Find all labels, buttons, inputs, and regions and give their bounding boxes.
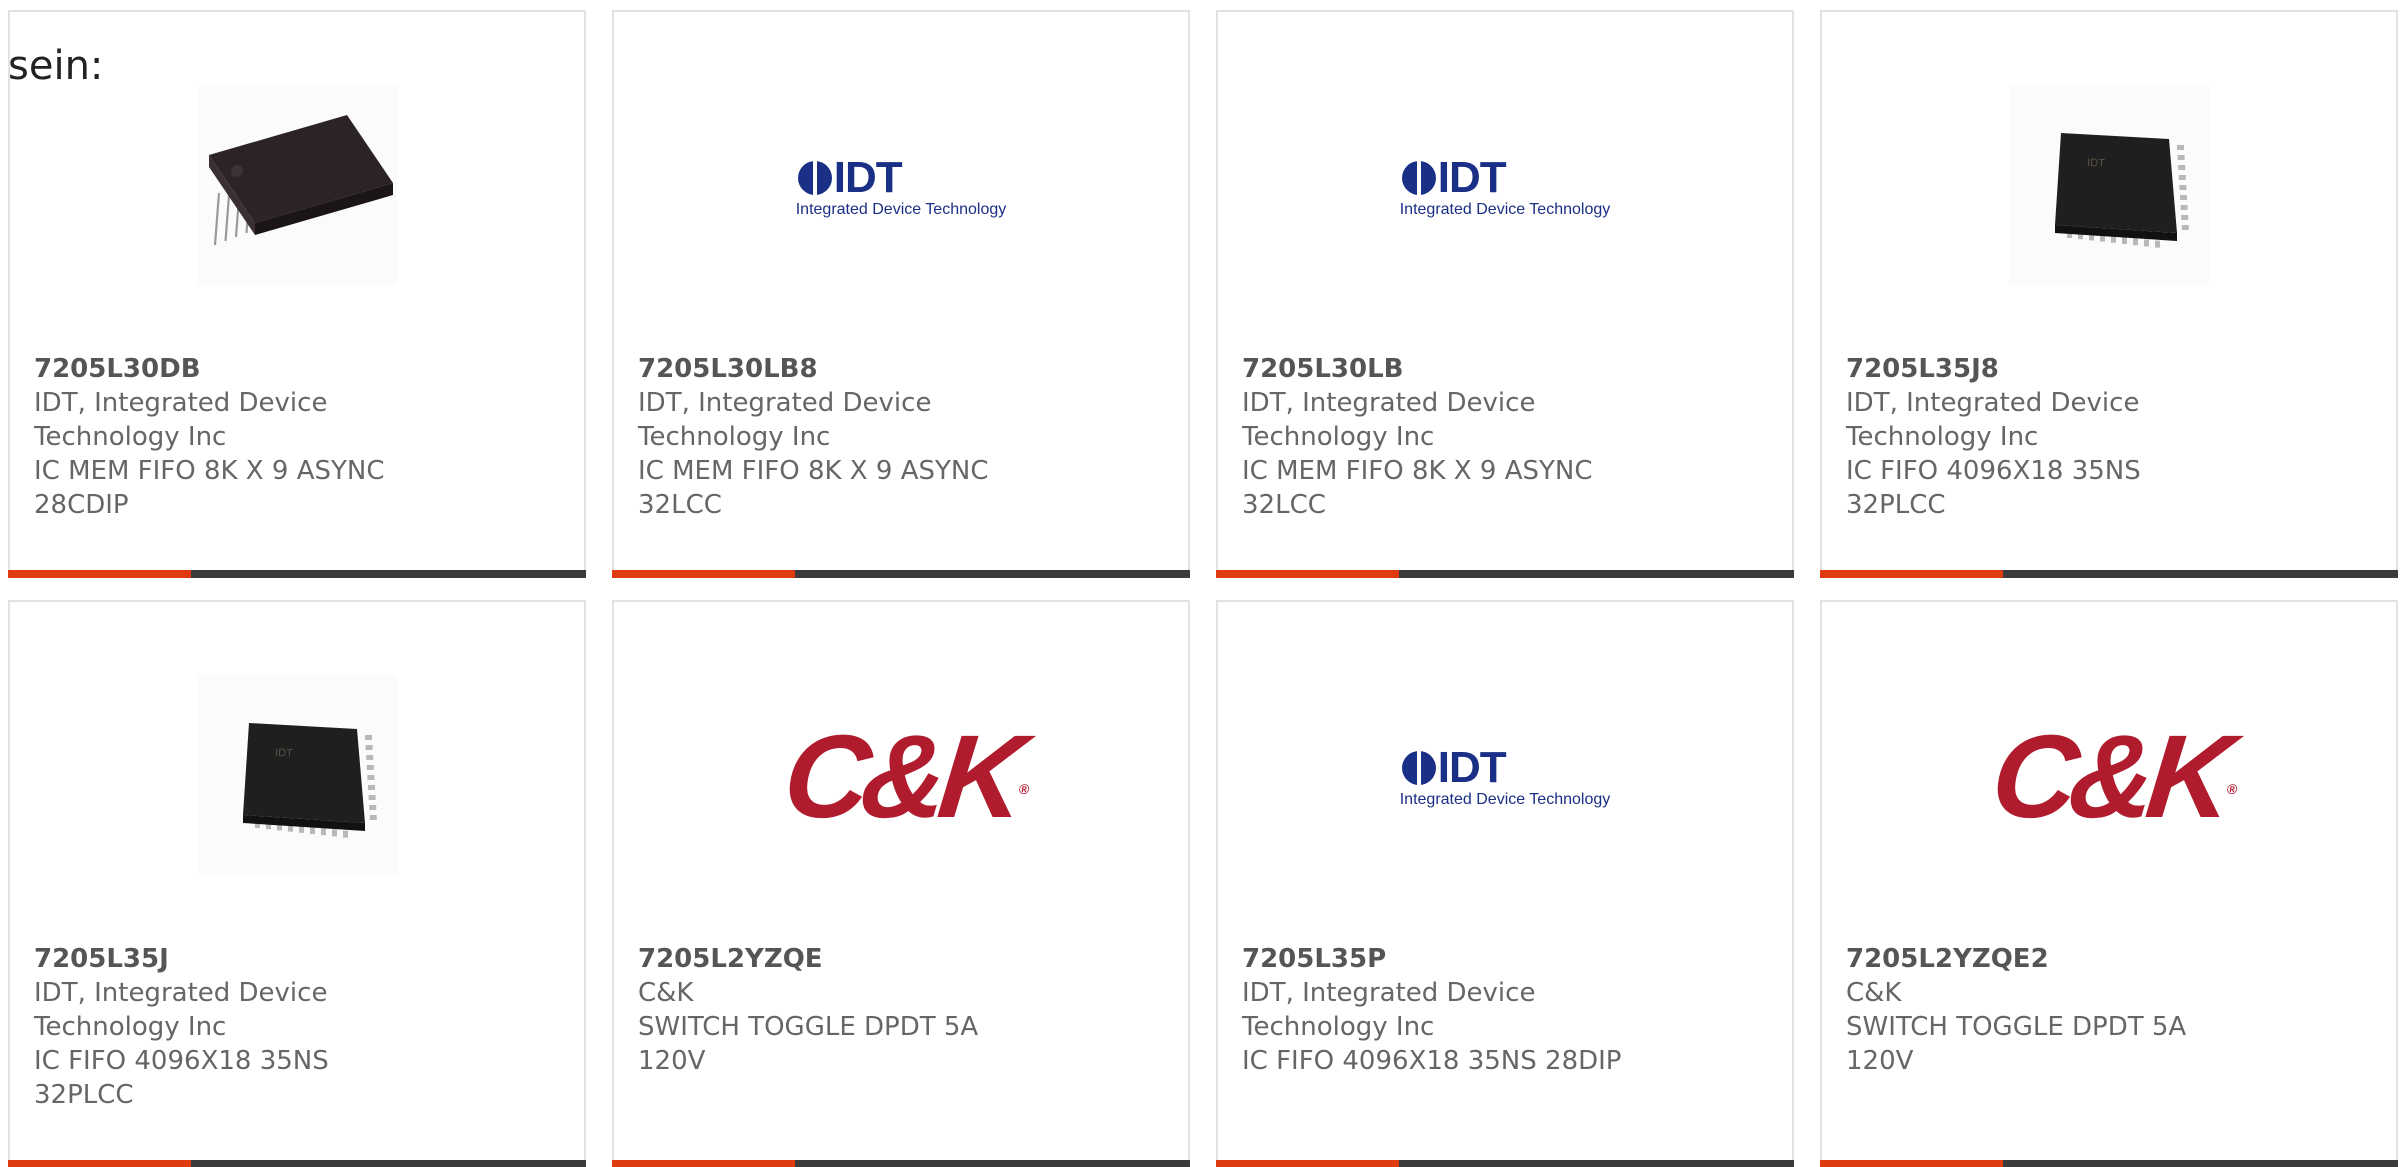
product-card[interactable]: IDT Integrated Device Technology 7205L30L… — [1216, 10, 1794, 578]
product-image[interactable]: IDT Integrated Device Technology — [1218, 78, 1792, 296]
product-image[interactable]: IDT — [10, 668, 584, 886]
ck-logo-word: C&K — [1986, 711, 2232, 843]
product-image[interactable]: IDT — [1822, 78, 2396, 296]
product-description: IC FIFO 4096X18 35NS 28DIP — [1242, 1046, 1622, 1076]
product-manufacturer-cont: Technology Inc — [34, 422, 227, 452]
idt-logo-mark: IDT — [796, 152, 903, 202]
card-accent — [8, 570, 191, 578]
card-bottom-bar — [8, 1160, 586, 1167]
card-bottom-bar — [1820, 1160, 2398, 1167]
intro-text: sein: — [8, 43, 104, 89]
product-card[interactable]: IDT Integrated Device Technology 7205L35P… — [1216, 600, 1794, 1167]
ck-logo: C&K ® — [778, 711, 1030, 843]
product-manufacturer: IDT, Integrated Device — [1242, 978, 1536, 1008]
product-part-number[interactable]: 7205L30LB8 — [638, 352, 1164, 386]
card-accent — [612, 570, 795, 578]
idt-logo: IDT Integrated Device Technology — [795, 152, 1007, 219]
card-accent — [1820, 1160, 2003, 1167]
product-manufacturer: IDT, Integrated Device — [1242, 388, 1536, 418]
idt-logo-word: IDT — [833, 152, 903, 202]
card-bottom-bar — [612, 570, 1190, 578]
ck-logo-word: C&K — [778, 711, 1024, 843]
card-accent — [1216, 1160, 1399, 1167]
product-part-number[interactable]: 7205L30DB — [34, 352, 560, 386]
product-part-number[interactable]: 7205L30LB — [1242, 352, 1768, 386]
card-bottom-bar — [1820, 570, 2398, 578]
product-description: SWITCH TOGGLE DPDT 5A 120V — [638, 1012, 979, 1076]
product-card[interactable]: IDT Integrated Device Technology 7205L30L… — [612, 10, 1190, 578]
idt-logo-tagline: Integrated Device Technology — [1399, 200, 1611, 218]
product-card[interactable]: 7205L30DB IDT, Integrated Device Technol… — [8, 10, 586, 578]
idt-logo-tagline: Integrated Device Technology — [1399, 790, 1611, 808]
card-bottom-bar — [1216, 1160, 1794, 1167]
product-image[interactable] — [10, 78, 584, 296]
svg-text:IDT: IDT — [275, 747, 294, 760]
product-info: 7205L2YZQE2 C&K SWITCH TOGGLE DPDT 5A 12… — [1846, 942, 2372, 1078]
product-manufacturer-cont: Technology Inc — [638, 422, 831, 452]
product-manufacturer: C&K — [1846, 978, 1902, 1008]
product-description: SWITCH TOGGLE DPDT 5A 120V — [1846, 1012, 2187, 1076]
card-bottom-bar — [8, 570, 586, 578]
idt-logo-word: IDT — [1437, 152, 1507, 202]
card-accent — [1820, 570, 2003, 578]
product-manufacturer: IDT, Integrated Device — [1846, 388, 2140, 418]
idt-logo-icon — [1401, 748, 1436, 787]
product-info: 7205L30LB IDT, Integrated Device Technol… — [1242, 352, 1768, 522]
idt-logo: IDT Integrated Device Technology — [1399, 742, 1611, 809]
card-accent — [612, 1160, 795, 1167]
product-info: 7205L30LB8 IDT, Integrated Device Techno… — [638, 352, 1164, 522]
product-description: IC FIFO 4096X18 35NS 32PLCC — [1846, 456, 2141, 520]
product-info: 7205L2YZQE C&K SWITCH TOGGLE DPDT 5A 120… — [638, 942, 1164, 1078]
idt-logo-tagline: Integrated Device Technology — [795, 200, 1007, 218]
plcc-chip-image: IDT — [197, 675, 397, 879]
idt-logo-icon — [797, 158, 832, 197]
product-part-number[interactable]: 7205L35J8 — [1846, 352, 2372, 386]
svg-text:IDT: IDT — [2087, 157, 2106, 170]
product-description: IC MEM FIFO 8K X 9 ASYNC 32LCC — [638, 456, 989, 520]
product-manufacturer: IDT, Integrated Device — [34, 388, 328, 418]
product-part-number[interactable]: 7205L2YZQE2 — [1846, 942, 2372, 976]
product-image[interactable]: C&K ® — [614, 668, 1188, 886]
card-bottom-bar — [1216, 570, 1794, 578]
idt-logo-mark: IDT — [1400, 742, 1507, 792]
product-image[interactable]: IDT Integrated Device Technology — [1218, 668, 1792, 886]
product-manufacturer: C&K — [638, 978, 694, 1008]
card-accent — [1216, 570, 1399, 578]
product-manufacturer-cont: Technology Inc — [34, 1012, 227, 1042]
product-description: IC MEM FIFO 8K X 9 ASYNC 28CDIP — [34, 456, 385, 520]
product-description: IC FIFO 4096X18 35NS 32PLCC — [34, 1046, 329, 1110]
idt-logo-icon — [1401, 158, 1436, 197]
product-card[interactable]: IDT 7205L35J8 IDT, Integrated Device Tec… — [1820, 10, 2398, 578]
product-manufacturer-cont: Technology Inc — [1846, 422, 2039, 452]
product-manufacturer: IDT, Integrated Device — [638, 388, 932, 418]
product-manufacturer: IDT, Integrated Device — [34, 978, 328, 1008]
ck-logo: C&K ® — [1986, 711, 2238, 843]
product-image[interactable]: C&K ® — [1822, 668, 2396, 886]
plcc-chip-image: IDT — [2009, 85, 2209, 289]
idt-logo: IDT Integrated Device Technology — [1399, 152, 1611, 219]
product-manufacturer-cont: Technology Inc — [1242, 422, 1435, 452]
product-part-number[interactable]: 7205L35P — [1242, 942, 1768, 976]
page: sein: 7205L30DB IDT, Integrated Device T… — [0, 0, 2407, 1167]
dip-chip-image — [197, 85, 397, 289]
product-grid: 7205L30DB IDT, Integrated Device Technol… — [8, 10, 2398, 1167]
product-description: IC MEM FIFO 8K X 9 ASYNC 32LCC — [1242, 456, 1593, 520]
product-card[interactable]: C&K ® 7205L2YZQE C&K SWITCH TOGGLE DPDT 5… — [612, 600, 1190, 1167]
idt-logo-word: IDT — [1437, 742, 1507, 792]
product-part-number[interactable]: 7205L35J — [34, 942, 560, 976]
product-info: 7205L30DB IDT, Integrated Device Technol… — [34, 352, 560, 522]
product-image[interactable]: IDT Integrated Device Technology — [614, 78, 1188, 296]
product-manufacturer-cont: Technology Inc — [1242, 1012, 1435, 1042]
card-accent — [8, 1160, 191, 1167]
product-card[interactable]: IDT 7205L35J IDT, Integrated Device Tech… — [8, 600, 586, 1167]
card-bottom-bar — [612, 1160, 1190, 1167]
product-info: 7205L35P IDT, Integrated Device Technolo… — [1242, 942, 1768, 1078]
product-info: 7205L35J8 IDT, Integrated Device Technol… — [1846, 352, 2372, 522]
idt-logo-mark: IDT — [1400, 152, 1507, 202]
product-card[interactable]: C&K ® 7205L2YZQE2 C&K SWITCH TOGGLE DPDT … — [1820, 600, 2398, 1167]
product-part-number[interactable]: 7205L2YZQE — [638, 942, 1164, 976]
product-info: 7205L35J IDT, Integrated Device Technolo… — [34, 942, 560, 1112]
